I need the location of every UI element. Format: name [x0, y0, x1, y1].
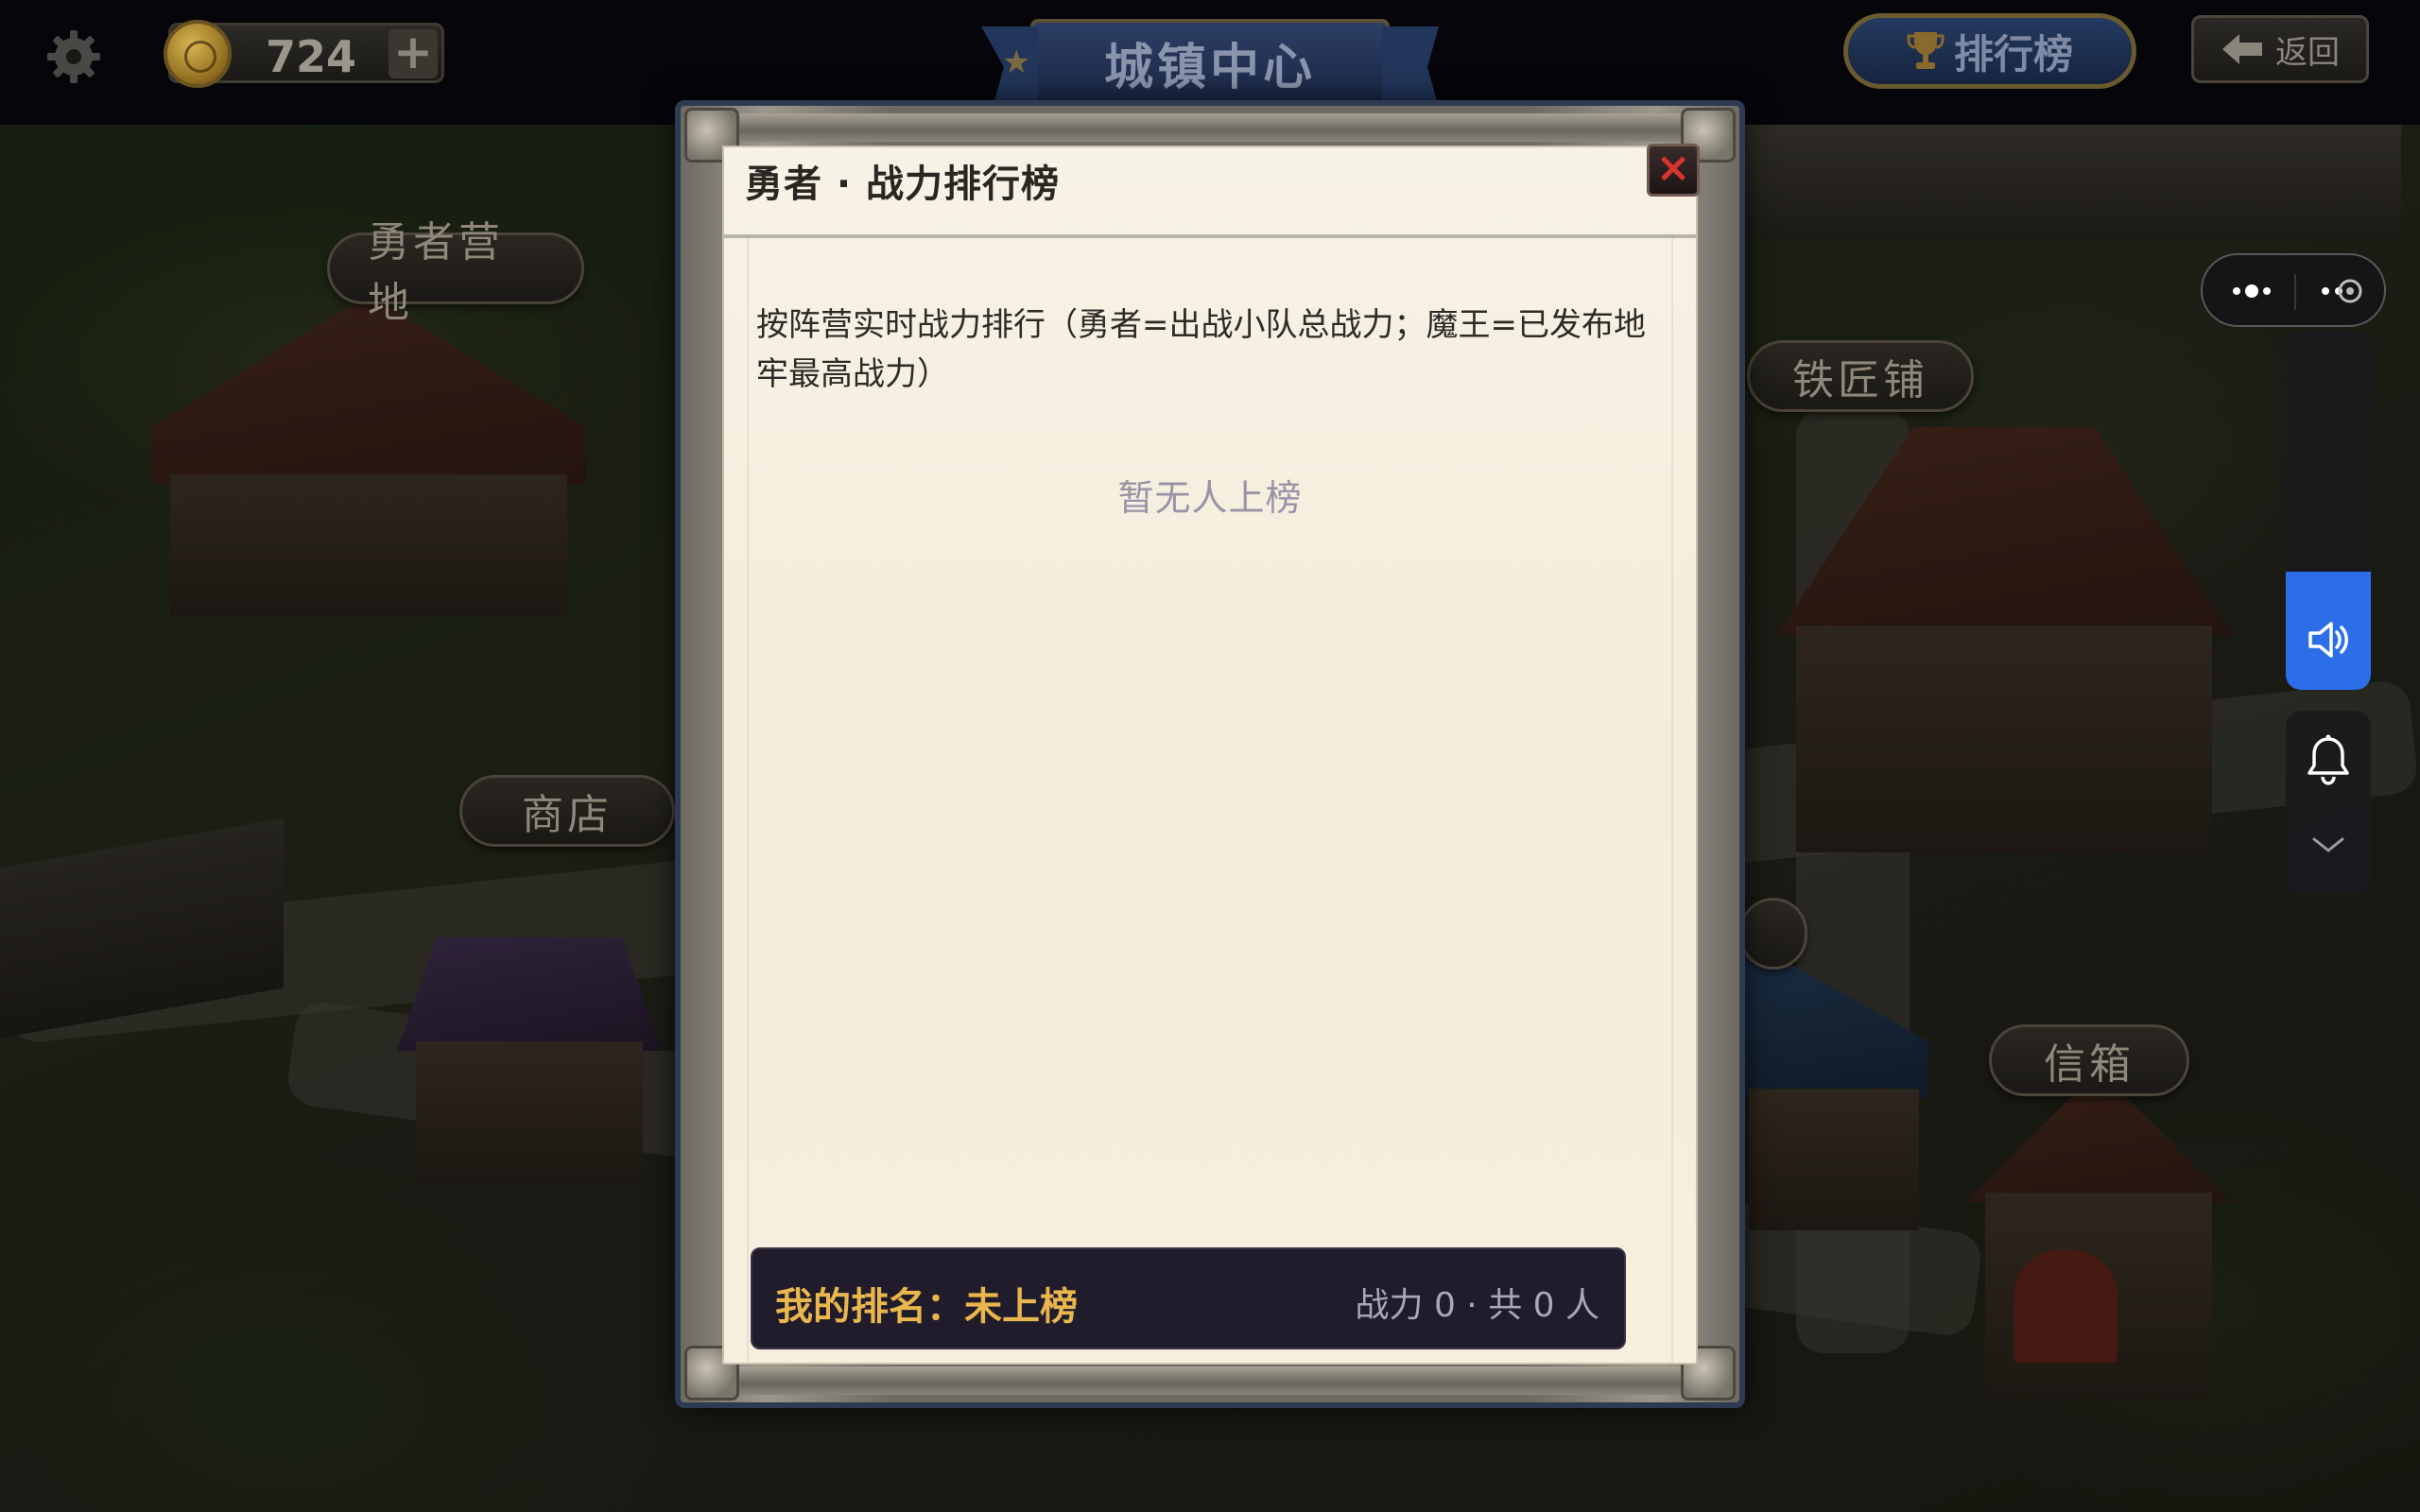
map-label-mailbox[interactable]: 信箱 — [1989, 1024, 2189, 1096]
bell-icon[interactable] — [2305, 733, 2352, 786]
back-button-label: 返回 — [2275, 33, 2340, 72]
gear-icon — [47, 30, 100, 83]
speaker-icon — [2308, 622, 2348, 658]
notification-panel — [2286, 711, 2371, 894]
game-screen: 勇者营地 商店 铁匠铺 信箱 724 + ★ 城镇中心 排行榜 返回 勇者 · … — [0, 0, 2420, 1512]
modal-title: 勇者 · 战力排行榜 — [745, 163, 1061, 206]
map-label-text: 信箱 — [2044, 1040, 2135, 1089]
capsule-divider — [2294, 274, 2296, 310]
banner-flag-right — [1382, 26, 1439, 108]
capsule-close-button[interactable] — [2314, 265, 2367, 318]
location-title: 城镇中心 — [1103, 39, 1316, 96]
map-label-text: 勇者营地 — [368, 218, 504, 327]
more-button[interactable] — [2225, 265, 2278, 318]
add-gold-button[interactable]: + — [389, 28, 438, 78]
gold-counter: 724 + — [164, 20, 444, 88]
chevron-down-icon[interactable] — [2310, 833, 2346, 856]
frame-bar-bottom — [713, 1366, 1707, 1395]
modal-body: 勇者 · 战力排行榜 × 按阵营实时战力排行（勇者=出战小队总战力；魔王=已发布… — [722, 144, 1700, 1365]
ranking-button[interactable]: 排行榜 — [1843, 13, 2136, 89]
close-button[interactable]: × — [1647, 144, 1700, 197]
ranking-description: 按阵营实时战力排行（勇者=出战小队总战力；魔王=已发布地牢最高战力） — [756, 306, 1646, 393]
star-icon: ★ — [1002, 43, 1031, 81]
ranking-button-label: 排行榜 — [1953, 30, 2073, 77]
ranking-modal: 勇者 · 战力排行榜 × 按阵营实时战力排行（勇者=出战小队总战力；魔王=已发布… — [675, 100, 1745, 1408]
trophy-icon — [1907, 32, 1945, 69]
gold-amount: 724 — [266, 31, 357, 82]
map-label-shop[interactable]: 商店 — [459, 775, 675, 847]
map-label-hero-camp[interactable]: 勇者营地 — [327, 218, 584, 327]
map-label-text: 商店 — [522, 791, 613, 839]
location-banner: ★ 城镇中心 — [981, 19, 1439, 108]
modal-header: 勇者 · 战力排行榜 × — [724, 144, 1700, 238]
close-circle-icon — [2322, 279, 2362, 303]
volume-slider[interactable] — [2286, 331, 2371, 690]
arrow-left-icon — [2222, 34, 2262, 64]
paper-rule — [747, 238, 749, 1363]
my-rank-label: 我的排名：未上榜 — [775, 1285, 1078, 1329]
settings-button[interactable] — [38, 21, 110, 93]
paper-rule — [1671, 238, 1673, 1363]
empty-state-message: 暂无人上榜 — [1117, 477, 1303, 519]
frame-bar-top — [713, 113, 1707, 142]
my-rank-bar: 我的排名：未上榜 战力 0 · 共 0 人 — [751, 1247, 1626, 1349]
map-label-blacksmith[interactable]: 铁匠铺 — [1747, 340, 1974, 412]
map-label-text: 铁匠铺 — [1792, 356, 1928, 404]
gold-coin-icon — [164, 20, 232, 88]
mini-program-capsule — [2201, 253, 2386, 327]
my-rank-stats: 战力 0 · 共 0 人 — [1355, 1286, 1599, 1325]
more-icon — [2233, 284, 2271, 298]
back-button[interactable]: 返回 — [2191, 15, 2369, 83]
map-label-partial[interactable] — [1739, 898, 1807, 970]
